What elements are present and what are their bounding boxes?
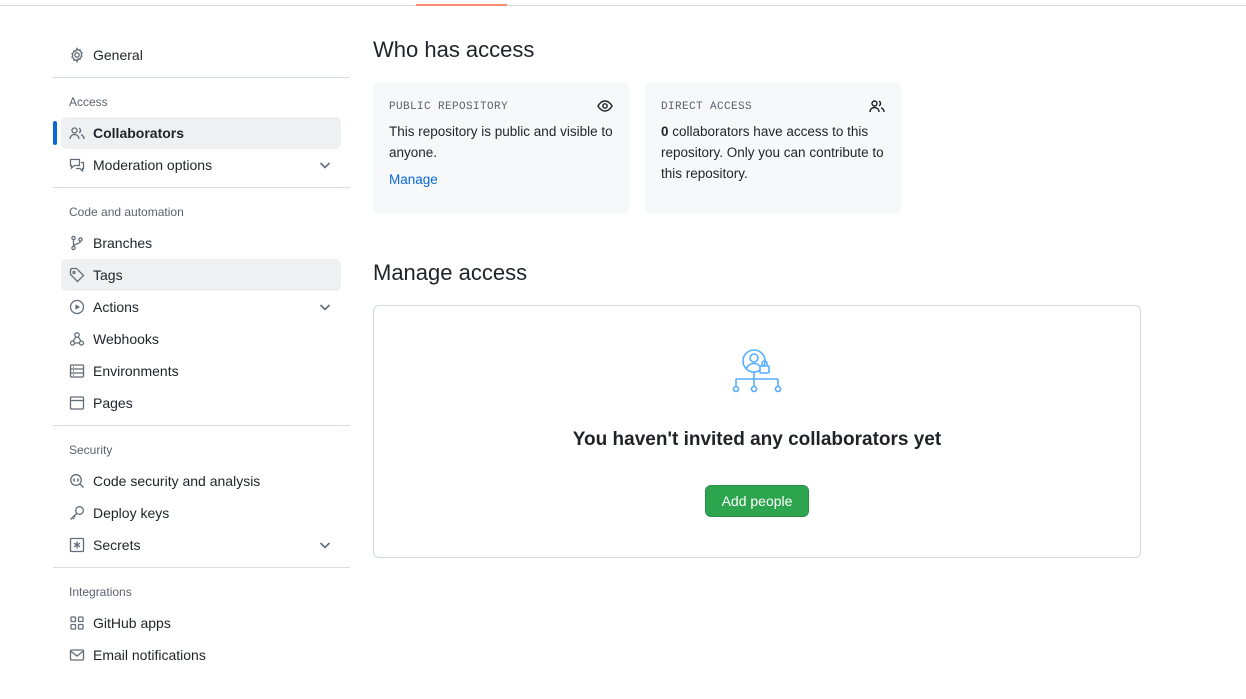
sidebar-group-security: Security	[69, 443, 113, 457]
sidebar-item-code-security[interactable]: Code security and analysis	[61, 465, 341, 497]
sidebar-item-label: Code security and analysis	[93, 473, 261, 489]
sidebar-divider	[53, 187, 350, 188]
sidebar-group-integrations: Integrations	[69, 585, 132, 599]
sidebar-item-general[interactable]: General	[61, 39, 341, 71]
sidebar-item-label: Deploy keys	[93, 505, 170, 521]
gear-icon	[69, 47, 85, 63]
apps-icon	[69, 615, 85, 631]
sidebar-item-moderation[interactable]: Moderation options	[61, 149, 341, 181]
key-icon	[69, 505, 85, 521]
collaborator-count: 0	[661, 124, 669, 139]
sidebar-item-label: Actions	[93, 299, 139, 315]
chevron-down-icon[interactable]	[317, 299, 333, 315]
sidebar-item-label: GitHub apps	[93, 615, 171, 631]
sidebar-group-access: Access	[69, 95, 108, 109]
public-repository-card: PUBLIC REPOSITORY This repository is pub…	[373, 82, 629, 214]
card-kicker: DIRECT ACCESS	[661, 101, 753, 113]
asterisk-icon	[69, 537, 85, 553]
chevron-down-icon[interactable]	[317, 157, 333, 173]
people-icon	[869, 100, 885, 113]
sidebar-item-tags[interactable]: Tags	[61, 259, 341, 291]
people-icon	[69, 125, 85, 141]
sidebar-item-label: Pages	[93, 395, 133, 411]
git-branch-icon	[69, 235, 85, 251]
active-indicator	[53, 121, 57, 145]
top-nav-border	[0, 0, 1246, 6]
manage-access-heading: Manage access	[373, 260, 528, 285]
sidebar-item-label: General	[93, 47, 143, 63]
sidebar-item-github-apps[interactable]: GitHub apps	[61, 607, 341, 639]
sidebar-item-label: Branches	[93, 235, 153, 251]
chevron-down-icon[interactable]	[317, 537, 333, 553]
who-has-access-heading: Who has access	[373, 37, 535, 62]
card-text: This repository is public and visible to…	[389, 124, 613, 160]
add-people-button[interactable]: Add people	[705, 485, 809, 517]
comment-discussion-icon	[69, 157, 85, 173]
direct-access-card: DIRECT ACCESS 0 collaborators have acces…	[645, 82, 901, 214]
selected-tab-underline	[416, 4, 507, 6]
sidebar-item-email-notifications[interactable]: Email notifications	[61, 639, 341, 671]
sidebar-item-label: Secrets	[93, 537, 141, 553]
sidebar-divider	[53, 77, 350, 78]
browser-icon	[69, 395, 85, 411]
sidebar-item-label: Email notifications	[93, 647, 206, 663]
empty-state-title: You haven't invited any collaborators ye…	[572, 429, 942, 450]
mail-icon	[69, 647, 85, 663]
sidebar-divider	[53, 567, 350, 568]
card-text: 0 collaborators have access to this repo…	[661, 121, 885, 184]
sidebar-group-code-automation: Code and automation	[69, 205, 184, 219]
manage-access-box: You haven't invited any collaborators ye…	[373, 305, 1141, 558]
card-kicker: PUBLIC REPOSITORY	[389, 101, 509, 113]
sidebar-divider	[53, 425, 350, 426]
sidebar-item-label: Webhooks	[93, 331, 159, 347]
manage-link[interactable]: Manage	[389, 172, 438, 187]
sidebar-item-label: Environments	[93, 363, 179, 379]
sidebar-item-pages[interactable]: Pages	[61, 387, 341, 419]
webhook-icon	[69, 331, 85, 347]
sidebar-item-label: Collaborators	[93, 125, 185, 141]
sidebar-item-collaborators[interactable]: Collaborators	[61, 117, 341, 149]
sidebar-item-environments[interactable]: Environments	[61, 355, 341, 387]
play-icon	[69, 299, 85, 315]
sidebar-item-webhooks[interactable]: Webhooks	[61, 323, 341, 355]
collaborators-lock-illustration-icon	[732, 349, 782, 393]
codescan-icon	[69, 473, 85, 489]
sidebar-item-label: Tags	[93, 267, 123, 283]
sidebar-item-label: Moderation options	[93, 157, 213, 173]
server-icon	[69, 363, 85, 379]
eye-icon	[597, 100, 613, 112]
sidebar-item-deploy-keys[interactable]: Deploy keys	[61, 497, 341, 529]
direct-access-text: collaborators have access to this reposi…	[661, 124, 884, 181]
sidebar-item-secrets[interactable]: Secrets	[61, 529, 341, 561]
sidebar-item-branches[interactable]: Branches	[61, 227, 341, 259]
sidebar-item-actions[interactable]: Actions	[61, 291, 341, 323]
tag-icon	[69, 267, 85, 283]
